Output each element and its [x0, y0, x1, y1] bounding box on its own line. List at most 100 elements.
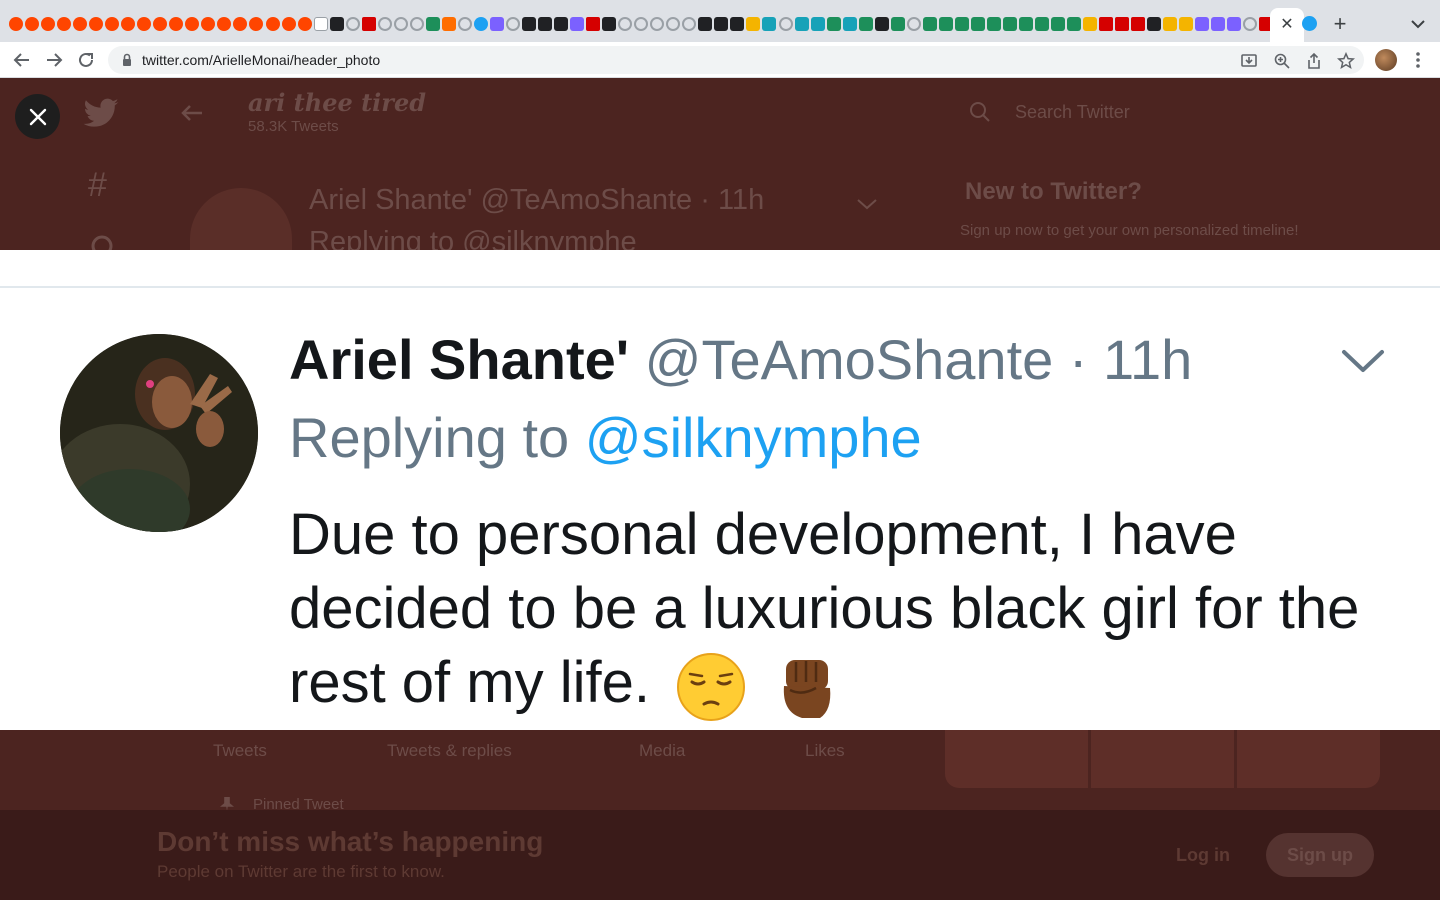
- tab-favicon-icon[interactable]: [602, 17, 617, 31]
- tab-favicon-icon[interactable]: [1163, 17, 1178, 31]
- tab-favicon-icon[interactable]: [554, 17, 569, 31]
- install-icon[interactable]: [1240, 52, 1258, 70]
- tab-favicon-icon[interactable]: [361, 17, 376, 31]
- bookmark-star-icon[interactable]: [1337, 52, 1355, 70]
- tab-favicon-icon[interactable]: [489, 17, 504, 31]
- tab-favicon-icon[interactable]: [986, 17, 1001, 31]
- tab-favicon-icon[interactable]: [778, 17, 793, 31]
- tab-favicon-icon[interactable]: [73, 17, 88, 31]
- tab-favicon-icon[interactable]: [618, 17, 633, 31]
- tab-favicon-icon[interactable]: [730, 17, 745, 31]
- tab-favicon-icon[interactable]: [650, 17, 665, 31]
- menu-kebab-icon[interactable]: [1408, 50, 1428, 70]
- tab-favicon-icon[interactable]: [57, 17, 72, 31]
- tab-favicon-row[interactable]: [8, 16, 1270, 34]
- tab-favicon-icon[interactable]: [746, 17, 761, 31]
- new-tab-button[interactable]: +: [1328, 12, 1352, 36]
- tab-favicon-icon[interactable]: [826, 17, 841, 31]
- tab-favicon-icon[interactable]: [666, 17, 681, 31]
- tab-favicon-icon[interactable]: [281, 17, 296, 31]
- tab-favicon-icon[interactable]: [345, 17, 360, 31]
- tab-favicon-icon[interactable]: [522, 17, 537, 31]
- tab-favicon-icon[interactable]: [153, 17, 168, 31]
- chevron-down-icon[interactable]: [1406, 14, 1430, 34]
- tab-favicon-icon[interactable]: [762, 17, 777, 31]
- tab-favicon-icon[interactable]: [1115, 17, 1130, 31]
- twitter-tab-icon[interactable]: [1302, 16, 1317, 31]
- tab-favicon-icon[interactable]: [1211, 17, 1226, 31]
- tab-favicon-icon[interactable]: [714, 17, 729, 31]
- close-icon[interactable]: [28, 107, 48, 127]
- tab-favicon-icon[interactable]: [25, 17, 40, 31]
- tab-favicon-icon[interactable]: [9, 17, 24, 31]
- tab-favicon-icon[interactable]: [938, 17, 953, 31]
- tab-favicon-icon[interactable]: [1051, 17, 1066, 31]
- tab-favicon-icon[interactable]: [906, 17, 921, 31]
- tab-favicon-icon[interactable]: [682, 17, 697, 31]
- tab-favicon-icon[interactable]: [393, 17, 408, 31]
- profile-avatar-icon[interactable]: [1375, 49, 1397, 71]
- tab-favicon-icon[interactable]: [794, 17, 809, 31]
- tab-favicon-icon[interactable]: [1131, 17, 1146, 31]
- tweet-header-line: Ariel Shante' @TeAmoShante · 11h: [289, 328, 1192, 392]
- tab-favicon-icon[interactable]: [1035, 17, 1050, 31]
- tab-favicon-icon[interactable]: [265, 17, 280, 31]
- tab-favicon-icon[interactable]: [1195, 17, 1210, 31]
- tab-favicon-icon[interactable]: [842, 17, 857, 31]
- tab-close-icon[interactable]: ✕: [1277, 15, 1297, 35]
- reload-icon[interactable]: [73, 47, 99, 73]
- tab-favicon-icon[interactable]: [457, 17, 472, 31]
- tab-favicon-icon[interactable]: [538, 17, 553, 31]
- tab-favicon-icon[interactable]: [121, 17, 136, 31]
- tab-favicon-icon[interactable]: [441, 17, 456, 31]
- tab-favicon-icon[interactable]: [1099, 17, 1114, 31]
- tab-favicon-icon[interactable]: [1259, 17, 1270, 31]
- url-text[interactable]: twitter.com/ArielleMonai/header_photo: [142, 52, 380, 68]
- tab-favicon-icon[interactable]: [201, 17, 216, 31]
- tab-favicon-icon[interactable]: [858, 17, 873, 31]
- tab-favicon-icon[interactable]: [169, 17, 184, 31]
- tab-favicon-icon[interactable]: [377, 17, 392, 31]
- tab-favicon-icon[interactable]: [698, 17, 713, 31]
- tab-favicon-icon[interactable]: [634, 17, 649, 31]
- tab-favicon-icon[interactable]: [89, 17, 104, 31]
- tab-favicon-icon[interactable]: [505, 17, 520, 31]
- tab-favicon-icon[interactable]: [874, 17, 889, 31]
- tab-favicon-icon[interactable]: [970, 17, 985, 31]
- tab-favicon-icon[interactable]: [409, 17, 424, 31]
- tab-favicon-icon[interactable]: [1179, 17, 1194, 31]
- address-bar[interactable]: twitter.com/ArielleMonai/header_photo: [108, 46, 1364, 74]
- tab-favicon-icon[interactable]: [586, 17, 601, 31]
- forward-icon[interactable]: [41, 47, 67, 73]
- tab-favicon-icon[interactable]: [570, 17, 585, 31]
- tab-favicon-icon[interactable]: [185, 17, 200, 31]
- tab-favicon-icon[interactable]: [1243, 17, 1258, 31]
- tab-favicon-icon[interactable]: [425, 17, 440, 31]
- tab-favicon-icon[interactable]: [1067, 17, 1082, 31]
- tab-favicon-icon[interactable]: [297, 17, 312, 31]
- zoom-icon[interactable]: [1273, 52, 1291, 70]
- back-icon[interactable]: [9, 47, 35, 73]
- tab-favicon-icon[interactable]: [41, 17, 56, 31]
- tab-favicon-icon[interactable]: [1018, 17, 1033, 31]
- tab-favicon-icon[interactable]: [233, 17, 248, 31]
- share-icon[interactable]: [1305, 52, 1323, 70]
- tab-favicon-icon[interactable]: [313, 17, 328, 31]
- tab-favicon-icon[interactable]: [473, 17, 488, 31]
- tab-favicon-icon[interactable]: [922, 17, 937, 31]
- tab-favicon-icon[interactable]: [1083, 17, 1098, 31]
- tab-favicon-icon[interactable]: [810, 17, 825, 31]
- tab-favicon-icon[interactable]: [1002, 17, 1017, 31]
- tab-favicon-icon[interactable]: [329, 17, 344, 31]
- lock-icon[interactable]: [120, 53, 134, 67]
- tab-favicon-icon[interactable]: [137, 17, 152, 31]
- tab-favicon-icon[interactable]: [954, 17, 969, 31]
- tab-favicon-icon[interactable]: [890, 17, 905, 31]
- tab-favicon-icon[interactable]: [1147, 17, 1162, 31]
- explore-hash-icon: #: [88, 166, 107, 204]
- tab-favicon-icon[interactable]: [249, 17, 264, 31]
- tab-favicon-icon[interactable]: [1227, 17, 1242, 31]
- tab-favicon-icon[interactable]: [105, 17, 120, 31]
- close-photo-button[interactable]: [15, 94, 60, 139]
- tab-favicon-icon[interactable]: [217, 17, 232, 31]
